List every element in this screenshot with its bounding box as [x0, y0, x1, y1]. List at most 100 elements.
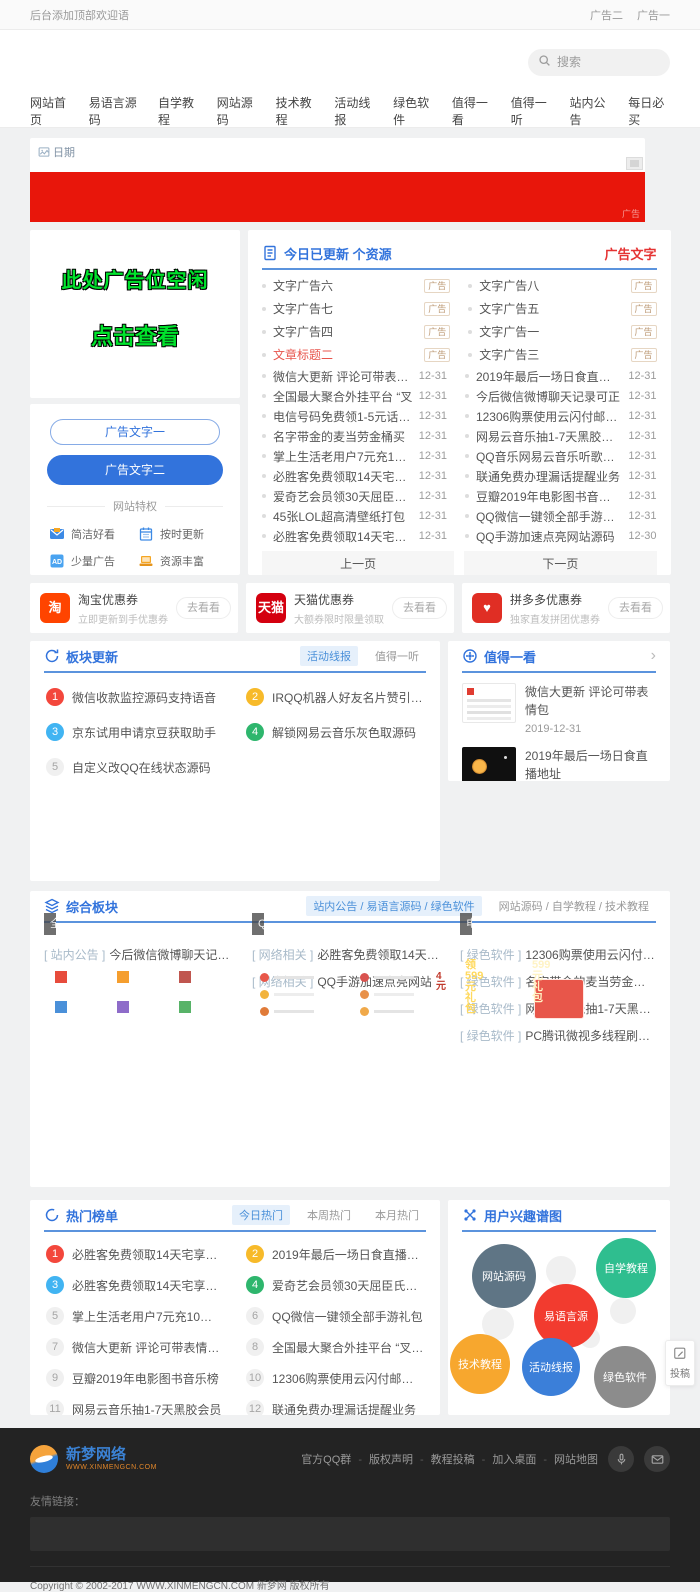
ad-list-item[interactable]: 文章标题二 广告	[262, 343, 450, 366]
hot-tab[interactable]: 本周热门	[300, 1205, 358, 1225]
coupon-card[interactable]: 淘 淘宝优惠券 立即更新到手优惠券 去看看	[30, 583, 238, 633]
ad-text-link[interactable]: 广告文字	[605, 244, 657, 263]
ranked-item[interactable]: 1 微信收款监控源码支持语音	[46, 688, 224, 706]
ranked-item[interactable]: 5 自定义改QQ在线状态源码	[46, 758, 224, 776]
post-list-item[interactable]: 豆瓣2019年电影图书音乐榜 12-31	[465, 486, 657, 506]
nav-item[interactable]: 站内公告	[569, 94, 611, 128]
search-input[interactable]	[557, 55, 652, 69]
coupon-card[interactable]: 天猫 天猫优惠券 大额券限时限量领取 去看看	[246, 583, 454, 633]
post-list-item[interactable]: 今后微信微博聊天记录可正 12-31	[465, 386, 657, 406]
tagged-link[interactable]: [ 绿色软件 ] PC腾讯微视多线程刷播放量源码	[460, 1027, 656, 1044]
mail-contact-button[interactable]	[644, 1446, 670, 1472]
footer-link[interactable]: 官方QQ群	[301, 1451, 351, 1467]
coupon-go-button[interactable]: 去看看	[176, 597, 231, 619]
post-list-item[interactable]: 名字带金的麦当劳金桶买 12-31	[262, 426, 447, 446]
ad-text-button-1[interactable]: 广告文字一	[50, 419, 220, 445]
nav-item[interactable]: 值得一听	[511, 94, 553, 128]
post-list-item[interactable]: QQ微信一键领全部手游礼包 12-31	[465, 506, 657, 526]
feature-few-ads: AD 少量广告	[49, 553, 132, 569]
topbar-ad-link[interactable]: 广告二	[590, 7, 623, 23]
coupon-card[interactable]: ♥ 拼多多优惠券 独家直发拼团优惠券 去看看	[462, 583, 670, 633]
tagged-link[interactable]: [ 网络相关 ] 必胜客免费领取14天宅享卡会员	[252, 946, 448, 963]
red-ad-banner[interactable]: 广告	[30, 172, 645, 222]
nav-item[interactable]: 绿色软件	[393, 94, 435, 128]
ad-list-item[interactable]: 文字广告八 广告	[468, 274, 656, 297]
footer-link[interactable]: 教程投稿	[413, 1451, 475, 1467]
nav-item[interactable]: 网站首页	[30, 94, 72, 128]
footer-link[interactable]: 版权声明	[351, 1451, 413, 1467]
post-list-item[interactable]: 微信大更新 评论可带表情包 12-31	[262, 366, 447, 386]
module-tab[interactable]: 活动线报	[300, 646, 358, 666]
post-list-item[interactable]: 网易云音乐抽1-7天黑胶会员 12-31	[465, 426, 657, 446]
ranked-item[interactable]: 4 爱奇艺会员领30天屈臣氏会员	[246, 1276, 424, 1294]
post-list-item[interactable]: 爱奇艺会员领30天屈臣氏会 12-31	[262, 486, 447, 506]
tagged-link[interactable]: [ 绿色软件 ] 12306购票使用云闪付邮储60-30	[460, 946, 656, 963]
ad-list-item[interactable]: 文字广告五 广告	[468, 297, 656, 320]
ad-list-item[interactable]: 文字广告六 广告	[262, 274, 450, 297]
ranked-item[interactable]: 2 IRQQ机器人好友名片赞引流源	[246, 688, 424, 706]
ad-text-button-2[interactable]: 广告文字二	[47, 455, 223, 485]
topbar-ad-link[interactable]: 广告一	[637, 7, 670, 23]
post-list-item[interactable]: 12306购票使用云闪付邮储6 12-31	[465, 406, 657, 426]
next-page-button[interactable]: 下一页	[464, 551, 656, 575]
composite-tab[interactable]: 网站源码 / 自学教程 / 技术教程	[492, 896, 656, 916]
ranked-item[interactable]: 10 12306购票使用云闪付邮储60-30	[246, 1369, 424, 1387]
worth-item[interactable]: 2019年最后一场日食直播地址 2019-12-31	[462, 747, 656, 781]
ad-list-item[interactable]: 文字广告四 广告	[262, 320, 450, 343]
ranked-item[interactable]: 1 必胜客免费领取14天宅享卡会员	[46, 1245, 224, 1263]
mic-contact-button[interactable]	[608, 1446, 634, 1472]
footer-link[interactable]: 加入桌面	[475, 1451, 537, 1467]
ad-list-item[interactable]: 文字广告三 广告	[468, 343, 656, 366]
nav-item[interactable]: 每日必买	[628, 94, 670, 128]
ranked-item[interactable]: 2 2019年最后一场日食直播地址	[246, 1245, 424, 1263]
nav-item[interactable]: 易语言源码	[89, 94, 141, 128]
search-box[interactable]	[528, 49, 670, 76]
worth-item[interactable]: 微信大更新 评论可带表情包 2019-12-31	[462, 683, 656, 735]
ranked-item[interactable]: 8 全国最大聚合外挂平台 “叉叉助手	[246, 1338, 424, 1356]
post-list-item[interactable]: 必胜客免费领取14天宅享卡 12-31	[262, 466, 447, 486]
empty-ad-slot[interactable]: 此处广告位空闲 点击查看	[30, 230, 240, 398]
coupon-go-button[interactable]: 去看看	[608, 597, 663, 619]
composite-tab[interactable]: 站内公告 / 易语言源码 / 绿色软件	[306, 896, 481, 916]
interest-bubble[interactable]: 网站源码	[472, 1244, 536, 1308]
interest-bubble[interactable]: 自学教程	[596, 1238, 656, 1298]
interest-bubble[interactable]: 活动线报	[522, 1338, 580, 1396]
ranked-item[interactable]: 11 网易云音乐抽1-7天黑胶会员	[46, 1400, 224, 1415]
nav-item[interactable]: 活动线报	[334, 94, 376, 128]
post-list-item[interactable]: 掌上生活老用户7元充10元话 12-31	[262, 446, 447, 466]
ranked-item[interactable]: 12 联通免费办理漏话提醒业务	[246, 1400, 424, 1415]
ranked-item[interactable]: 3 必胜客免费领取14天宅享卡会员	[46, 1276, 224, 1294]
prev-page-button[interactable]: 上一页	[262, 551, 454, 575]
post-list-item[interactable]: 联通免费办理漏话提醒业务 12-31	[465, 466, 657, 486]
nav-item[interactable]: 自学教程	[158, 94, 200, 128]
ranked-item[interactable]: 6 QQ微信一键领全部手游礼包	[246, 1307, 424, 1325]
post-list-item[interactable]: 45张LOL超高清壁纸打包 12-31	[262, 506, 447, 526]
post-list-item[interactable]: QQ手游加速点亮网站源码 12-30	[465, 526, 657, 546]
post-list-item[interactable]: 电信号码免费领1-5元话费秒 12-31	[262, 406, 447, 426]
post-list-item[interactable]: 必胜客免费领取14天宅享卡 12-31	[262, 526, 447, 546]
submit-post-button[interactable]: 投稿	[665, 1340, 695, 1386]
footer-link[interactable]: 网站地图	[536, 1451, 598, 1467]
ranked-item[interactable]: 4 解锁网易云音乐灰色取源码	[246, 723, 424, 741]
post-list-item[interactable]: 2019年最后一场日食直播地址 12-31	[465, 366, 657, 386]
ranked-item[interactable]: 9 豆瓣2019年电影图书音乐榜	[46, 1369, 224, 1387]
interest-bubble[interactable]: 绿色软件	[594, 1346, 656, 1408]
post-list-item[interactable]: 全国最大聚合外挂平台 “叉 12-31	[262, 386, 447, 406]
chevron-right-icon[interactable]: ›	[651, 648, 656, 664]
post-list-item[interactable]: QQ音乐网易云音乐听歌回忆 12-31	[465, 446, 657, 466]
ranked-item[interactable]: 5 掌上生活老用户7元充10元话费	[46, 1307, 224, 1325]
nav-item[interactable]: 技术教程	[276, 94, 318, 128]
interest-bubble[interactable]: 技术教程	[450, 1334, 510, 1394]
module-tab[interactable]: 值得一听	[368, 646, 426, 666]
nav-item[interactable]: 值得一看	[452, 94, 494, 128]
ranked-item[interactable]: 7 微信大更新 评论可带表情包 各种	[46, 1338, 224, 1356]
hot-tab[interactable]: 今日热门	[232, 1205, 290, 1225]
ranked-item[interactable]: 3 京东试用申请京豆获取助手	[46, 723, 224, 741]
hot-tab[interactable]: 本月热门	[368, 1205, 426, 1225]
nav-item[interactable]: 网站源码	[217, 94, 259, 128]
tagged-link[interactable]: [ 站内公告 ] 今后微信微博聊天记录可正式	[44, 946, 240, 963]
coupon-go-button[interactable]: 去看看	[392, 597, 447, 619]
ad-list-item[interactable]: 文字广告一 广告	[468, 320, 656, 343]
top-slider[interactable]: 日期 广告	[30, 138, 645, 222]
ad-list-item[interactable]: 文字广告七 广告	[262, 297, 450, 320]
